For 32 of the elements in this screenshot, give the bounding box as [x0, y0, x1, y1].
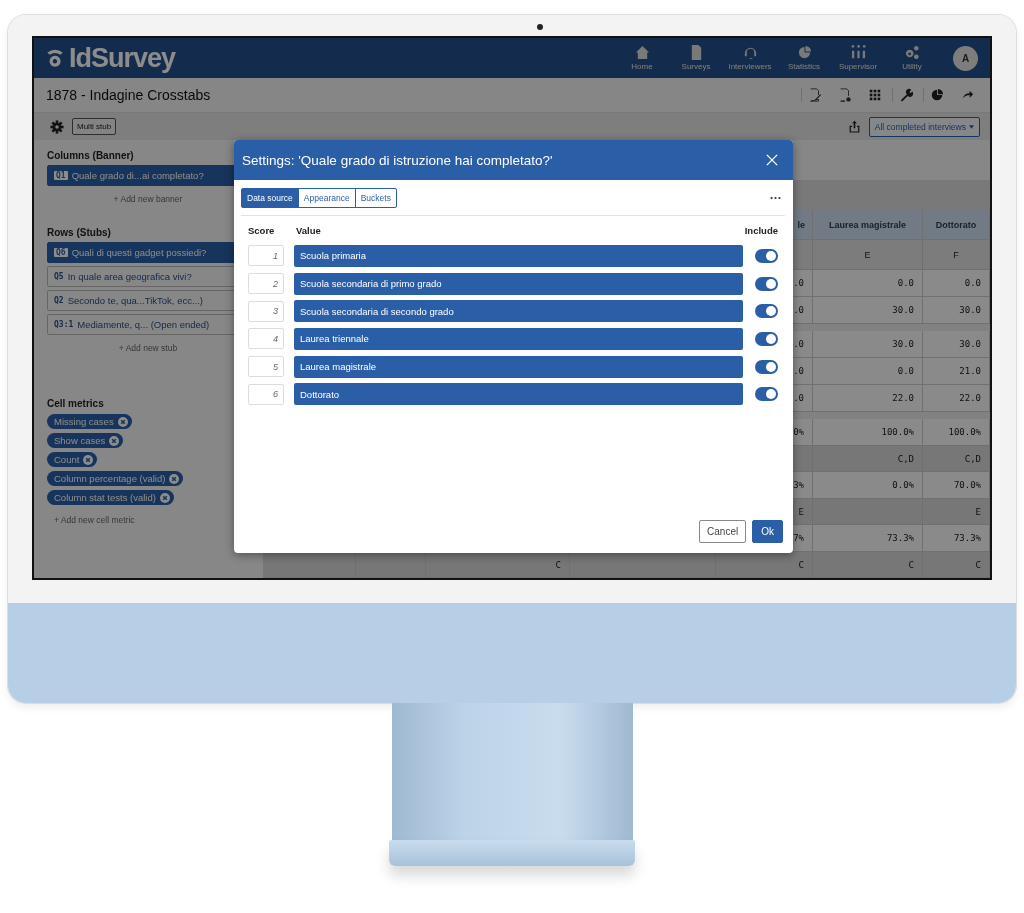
page-title: 1878 - Indagine Crosstabs — [46, 87, 211, 103]
section-heading: Cell metrics — [47, 398, 104, 409]
logo-text: IdSurvey — [69, 42, 176, 74]
column-header: Include — [744, 224, 778, 236]
value-label: Scuola secondaria di primo grado — [294, 272, 743, 295]
question-code: Q6 — [54, 248, 68, 257]
value-label: Scuola primaria — [294, 244, 743, 267]
dialog-title: Settings: 'Quale grado di istruzione hai completato?' — [242, 152, 553, 168]
value-label: Dottorato — [294, 383, 743, 406]
metric-label: Column stat tests (valid) — [54, 492, 156, 503]
column-header: Score — [248, 224, 276, 236]
question-code: Q2 — [54, 296, 64, 305]
value-label: Laurea magistrale — [294, 355, 743, 378]
question-label: Quali di questi gadget possiedi? — [71, 247, 207, 258]
metric-label: Missing cases — [54, 416, 114, 427]
metric-label: Count — [54, 454, 80, 465]
value-label: Scuola secondaria di secondo grado — [294, 300, 743, 323]
question-label: In quale area geografica vivi? — [67, 271, 192, 282]
section-heading: Rows (Stubs) — [47, 227, 111, 238]
table-cell: C — [813, 552, 923, 578]
value-label: Laurea triennale — [294, 327, 743, 350]
question-code: Q3:1 — [54, 320, 74, 329]
question-label: Mediamente, q... (Open ended) — [77, 319, 210, 330]
column-header: Value — [296, 224, 321, 236]
question-code: Q1 — [54, 171, 68, 180]
metric-label: Column percentage (valid) — [54, 473, 166, 484]
table-cell: C — [923, 552, 990, 578]
question-label: Quale grado di...ai completato? — [71, 170, 204, 181]
section-heading: Columns (Banner) — [47, 150, 134, 161]
question-code: Q5 — [54, 272, 64, 281]
question-label: Secondo te, qua...TikTok, ecc...) — [67, 295, 203, 306]
metric-label: Show cases — [54, 435, 106, 446]
